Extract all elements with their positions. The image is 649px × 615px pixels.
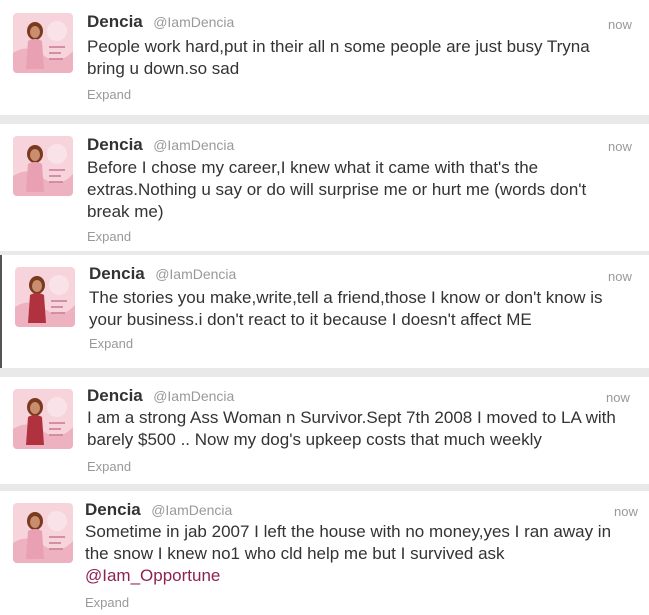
author-handle[interactable]: @IamDencia (153, 137, 234, 153)
profile-photo-icon (13, 136, 73, 196)
tweet-text: I am a strong Ass Woman n Survivor.Sept … (87, 408, 616, 449)
expand-link[interactable]: Expand (87, 87, 131, 102)
tweet-text-body: Sometime in jab 2007 I left the house wi… (85, 522, 612, 563)
avatar[interactable] (13, 389, 73, 449)
author-name[interactable]: Dencia (89, 264, 145, 283)
avatar[interactable] (13, 13, 73, 73)
mention-link[interactable]: @Iam_Opportune (85, 566, 220, 585)
tweet-card[interactable]: Dencia @IamDencia now I am a strong Ass … (0, 377, 649, 484)
timestamp[interactable]: now (608, 139, 632, 154)
avatar[interactable] (13, 503, 73, 563)
timestamp[interactable]: now (608, 269, 632, 284)
avatar[interactable] (13, 136, 73, 196)
tweet-card[interactable]: Dencia @IamDencia now The stories you ma… (0, 255, 649, 368)
tweet-card[interactable]: Dencia @IamDencia now People work hard,p… (0, 0, 649, 115)
expand-link[interactable]: Expand (85, 595, 129, 610)
profile-photo-icon (13, 389, 73, 449)
expand-link[interactable]: Expand (87, 229, 131, 244)
author-handle[interactable]: @IamDencia (155, 266, 236, 282)
expand-link[interactable]: Expand (89, 336, 133, 351)
timestamp[interactable]: now (606, 390, 630, 405)
tweet-text: Before I chose my career,I knew what it … (87, 158, 587, 221)
timestamp[interactable]: now (614, 504, 638, 519)
tweet-text: Sometime in jab 2007 I left the house wi… (85, 521, 635, 587)
profile-photo-icon (13, 13, 73, 73)
expand-link[interactable]: Expand (87, 459, 131, 474)
tweet-text: The stories you make,write,tell a friend… (89, 288, 603, 329)
tweet-text: People work hard,put in their all n some… (87, 37, 590, 78)
tweet-card[interactable]: Dencia @IamDencia now Before I chose my … (0, 124, 649, 251)
author-handle[interactable]: @IamDencia (153, 14, 234, 30)
author-name[interactable]: Dencia (87, 12, 143, 31)
author-handle[interactable]: @IamDencia (151, 502, 232, 518)
avatar[interactable] (15, 267, 75, 327)
tweet-card[interactable]: Dencia @IamDencia now Sometime in jab 20… (0, 491, 649, 615)
author-name[interactable]: Dencia (87, 386, 143, 405)
author-handle[interactable]: @IamDencia (153, 388, 234, 404)
profile-photo-icon (13, 503, 73, 563)
timestamp[interactable]: now (608, 17, 632, 32)
author-name[interactable]: Dencia (85, 500, 141, 519)
profile-photo-icon (15, 267, 75, 327)
author-name[interactable]: Dencia (87, 135, 143, 154)
